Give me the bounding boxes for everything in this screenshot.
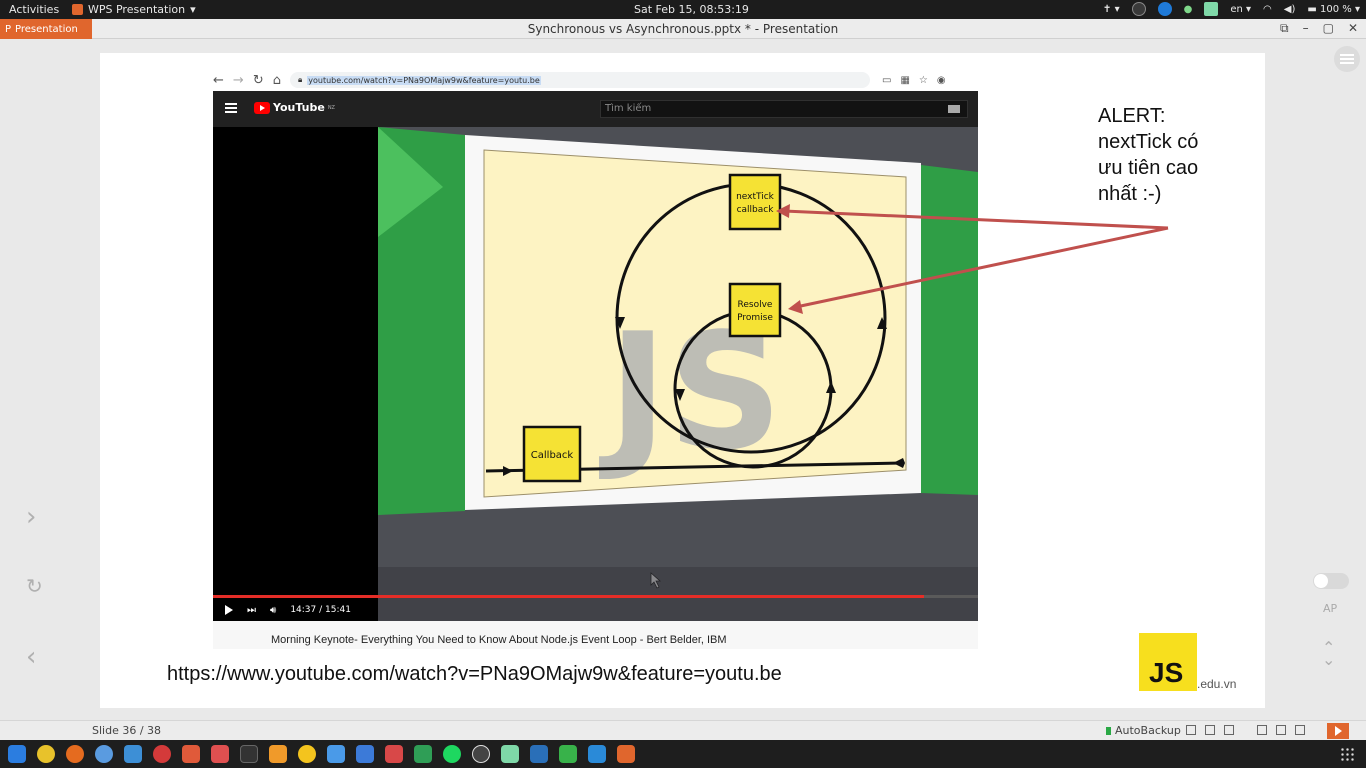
app-menu-label: WPS Presentation (88, 3, 186, 16)
scroll-arrows-icon[interactable]: ⌃ ⌄ (1322, 640, 1335, 668)
autobackup-button[interactable]: AutoBackup (1106, 724, 1181, 737)
ap-toggle[interactable] (1313, 573, 1349, 589)
arrow-to-nexttick (783, 209, 1169, 230)
system-tray: ✝ ▾ ● en ▾ ◠ ◀) ▬ 100 % ▾ (1103, 2, 1360, 16)
smile-icon[interactable] (298, 745, 316, 763)
pin-icon[interactable]: ✝ ▾ (1103, 4, 1120, 15)
language-indicator[interactable]: en ▾ (1230, 4, 1251, 15)
view-normal-icon[interactable] (1186, 725, 1196, 735)
wps-sheet-icon[interactable] (414, 745, 432, 763)
files-icon[interactable] (8, 745, 26, 763)
view-notes-icon[interactable] (1205, 725, 1215, 735)
files-folder-icon[interactable] (327, 745, 345, 763)
app-menu[interactable]: WPS Presentation ▾ (72, 3, 196, 16)
slideshow-play-button[interactable] (1327, 723, 1349, 739)
folder-icon[interactable] (124, 745, 142, 763)
maximize-icon[interactable]: ▢ (1323, 21, 1334, 36)
shield-icon[interactable] (559, 745, 577, 763)
clock[interactable]: Sat Feb 15, 08:53:19 (634, 3, 749, 16)
annotation-arrows (776, 204, 1169, 314)
chrome-icon[interactable] (37, 745, 55, 763)
calendar-icon[interactable] (530, 745, 548, 763)
obs-dock-icon[interactable] (472, 745, 490, 763)
taskbar-dock (0, 740, 1366, 768)
js-edu-domain: .edu.vn (1197, 677, 1237, 691)
wps-pdf-icon[interactable] (385, 745, 403, 763)
arrow-to-resolve-promise (795, 226, 1169, 309)
firefox-icon[interactable] (66, 745, 84, 763)
volume-icon[interactable]: ◀) (1284, 4, 1296, 15)
software-icon[interactable] (182, 745, 200, 763)
restore-layout-icon[interactable]: ⧉ (1280, 21, 1289, 36)
slide-number: Slide 36 / 38 (92, 724, 162, 737)
presentation-stage: › ↻ ‹ AP ⌃ ⌄ ← → ↻ ⌂ 🔒︎ youtube.com/watch… (0, 40, 1366, 720)
sublime-icon[interactable] (269, 745, 287, 763)
activities-button[interactable]: Activities (9, 3, 59, 16)
terminal-icon[interactable] (240, 745, 258, 763)
gnome-top-bar: Activities WPS Presentation ▾ Sat Feb 15… (0, 0, 1366, 19)
wifi-icon[interactable]: ◠ (1263, 4, 1272, 15)
view-buttons (1186, 725, 1305, 735)
teamviewer-icon[interactable] (1157, 2, 1172, 16)
slide-canvas: ← → ↻ ⌂ 🔒︎ youtube.com/watch?v=PNa9OMajw… (100, 53, 1265, 708)
view-sorter-icon[interactable] (1276, 725, 1286, 735)
autobackup-status-icon (1106, 726, 1111, 735)
leaf-icon[interactable]: ● (1184, 4, 1193, 15)
view-slide-icon[interactable] (1257, 725, 1267, 735)
previous-slide-icon[interactable]: ‹ (26, 642, 36, 672)
view-outline-icon[interactable] (1224, 725, 1234, 735)
vscode-icon[interactable] (588, 745, 606, 763)
menu-button[interactable] (1334, 46, 1360, 72)
chevron-down-icon: ▾ (190, 3, 196, 16)
spotify-icon[interactable] (443, 745, 461, 763)
wps-presentation-icon[interactable] (617, 745, 635, 763)
document-title: Synchronous vs Asynchronous.pptx * - Pre… (527, 22, 839, 36)
close-icon[interactable]: ✕ (1348, 21, 1358, 36)
js-edu-logo: JS (1139, 633, 1197, 691)
wps-icon (72, 4, 83, 15)
window-title-bar: P Presentation Synchronous vs Asynchrono… (0, 19, 1366, 39)
app-grid-icon[interactable] (1340, 747, 1354, 761)
app-indicator-icon[interactable] (1204, 2, 1219, 16)
obs-icon[interactable] (1131, 2, 1146, 16)
refresh-icon[interactable]: ↻ (26, 574, 43, 598)
browser-icon[interactable] (95, 745, 113, 763)
status-bar: Slide 36 / 38 AutoBackup (0, 720, 1366, 740)
next-slide-icon[interactable]: › (26, 502, 36, 532)
window-controls: ⧉ – ▢ ✕ (1280, 21, 1358, 36)
minimize-icon[interactable]: – (1303, 21, 1309, 36)
battery-indicator[interactable]: ▬ 100 % ▾ (1307, 4, 1360, 15)
music-icon[interactable] (153, 745, 171, 763)
screenshot-icon[interactable] (211, 745, 229, 763)
view-reading-icon[interactable] (1295, 725, 1305, 735)
wps-writer-icon[interactable] (356, 745, 374, 763)
notes-icon[interactable] (501, 745, 519, 763)
ap-toggle-label: AP (1323, 602, 1338, 615)
